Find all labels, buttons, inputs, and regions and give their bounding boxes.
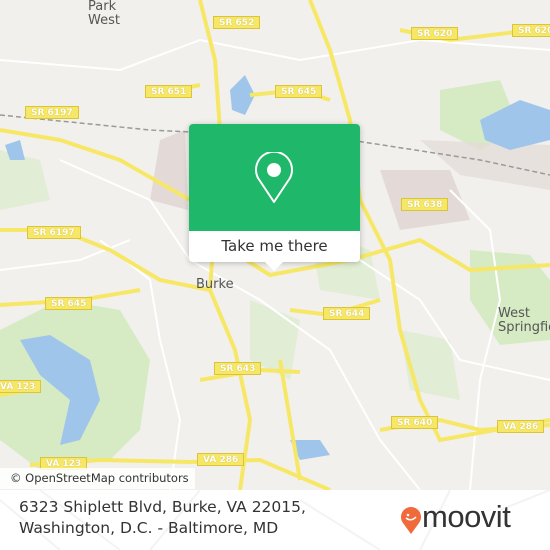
map-pin-icon: [255, 152, 293, 203]
take-me-there-button[interactable]: Take me there: [189, 231, 360, 262]
road-shield: SR 643: [214, 362, 262, 375]
moovit-pin-icon: [401, 507, 421, 534]
popup-pointer: [265, 262, 283, 271]
map-attribution[interactable]: © OpenStreetMap contributors: [0, 468, 195, 489]
road-shield: SR 620: [411, 27, 459, 40]
road-shield: SR 645: [45, 297, 93, 310]
map[interactable]: Park West Burke West Springfie SR 652 SR…: [0, 0, 550, 490]
road-shield: SR 640: [391, 416, 439, 429]
road-shield: SR 652: [213, 16, 261, 29]
road-shield: SR 620: [512, 24, 550, 37]
road-shield: SR 638: [401, 198, 449, 211]
road-shield: SR 651: [145, 85, 193, 98]
popup-header: [189, 124, 360, 231]
take-me-there-popup[interactable]: Take me there: [189, 124, 360, 271]
road-shield: VA 286: [197, 453, 245, 466]
road-shield: VA 123: [0, 380, 42, 393]
moovit-wordmark: moovit: [422, 499, 511, 534]
address-text: 6323 Shiplett Blvd, Burke, VA 22015, Was…: [19, 498, 306, 537]
road-shield: SR 6197: [25, 106, 79, 119]
road-shield: VA 286: [497, 420, 545, 433]
place-label-park-west: Park West: [88, 0, 120, 28]
road-shield: SR 645: [275, 85, 323, 98]
road-shield: SR 6197: [27, 226, 81, 239]
place-label-west-springfield: West Springfie: [498, 306, 550, 335]
place-label-burke: Burke: [196, 277, 234, 292]
road-shield: SR 644: [323, 307, 371, 320]
